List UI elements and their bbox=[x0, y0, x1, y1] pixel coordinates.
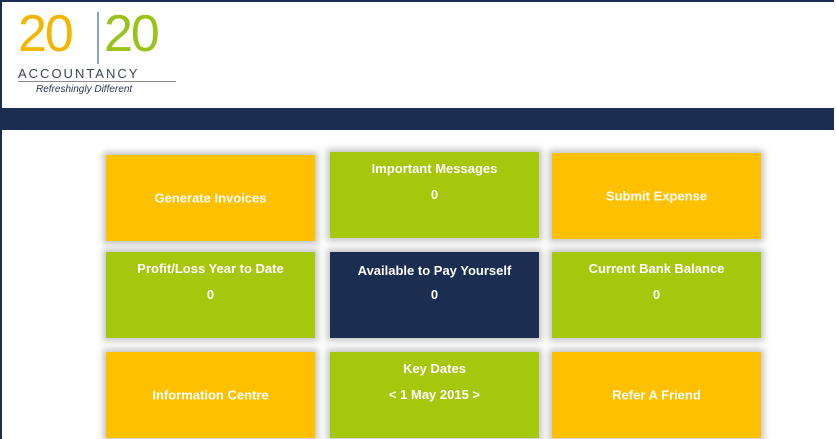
profit-loss-title: Profit/Loss Year to Date bbox=[137, 261, 284, 276]
logo-company-name: ACCOUNTANCY bbox=[18, 66, 140, 81]
important-messages-title: Important Messages bbox=[371, 161, 498, 176]
available-pay-value: 0 bbox=[430, 287, 439, 302]
generate-invoices-tile[interactable]: Generate Invoices bbox=[106, 155, 315, 241]
logo-number-left: 20 bbox=[18, 5, 74, 63]
information-centre-label: Information Centre bbox=[152, 387, 269, 403]
refer-friend-label: Refer A Friend bbox=[612, 387, 701, 403]
bank-balance-value: 0 bbox=[652, 287, 661, 302]
generate-invoices-label: Generate Invoices bbox=[154, 190, 267, 206]
bank-balance-title: Current Bank Balance bbox=[588, 261, 725, 276]
key-dates-tile[interactable]: Key Dates < 1 May 2015 > bbox=[330, 352, 539, 438]
logo-rule bbox=[18, 81, 176, 82]
refer-friend-tile[interactable]: Refer A Friend bbox=[552, 352, 761, 438]
profit-loss-tile[interactable]: Profit/Loss Year to Date 0 bbox=[106, 252, 315, 338]
company-logo: 20 20 ACCOUNTANCY Refreshingly Different bbox=[10, 8, 185, 98]
information-centre-tile[interactable]: Information Centre bbox=[106, 352, 315, 438]
important-messages-count: 0 bbox=[430, 187, 439, 202]
bank-balance-tile[interactable]: Current Bank Balance 0 bbox=[552, 252, 761, 338]
nav-bar bbox=[2, 108, 834, 130]
important-messages-tile[interactable]: Important Messages 0 bbox=[330, 152, 539, 238]
key-dates-value[interactable]: < 1 May 2015 > bbox=[330, 387, 539, 402]
logo-divider bbox=[97, 12, 99, 64]
logo-number-right: 20 bbox=[104, 5, 160, 63]
available-pay-tile[interactable]: Available to Pay Yourself 0 bbox=[330, 252, 539, 338]
submit-expense-tile[interactable]: Submit Expense bbox=[552, 153, 761, 239]
profit-loss-value: 0 bbox=[206, 287, 215, 302]
key-dates-title: Key Dates bbox=[403, 361, 466, 376]
submit-expense-label: Submit Expense bbox=[605, 188, 708, 204]
available-pay-title: Available to Pay Yourself bbox=[357, 263, 512, 278]
logo-tagline: Refreshingly Different bbox=[36, 84, 133, 95]
